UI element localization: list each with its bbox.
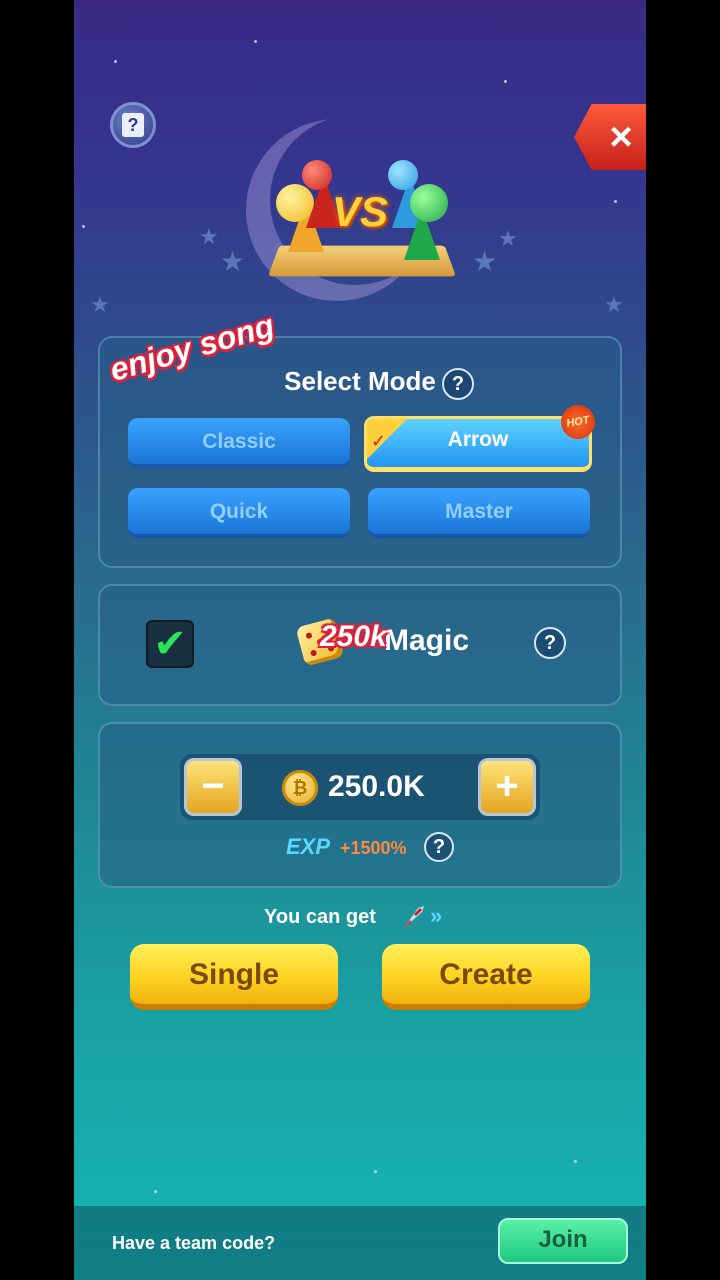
green-pawn-head bbox=[410, 184, 448, 222]
mode-arrow-label: Arrow bbox=[447, 428, 509, 451]
star-icon: ★ bbox=[199, 224, 219, 249]
chevron-right-icon: » bbox=[430, 903, 443, 928]
close-x-icon: × bbox=[609, 114, 633, 159]
single-button[interactable]: Single bbox=[130, 944, 338, 1010]
exp-bonus-value: +1500% bbox=[340, 838, 407, 858]
bet-amount: 250.0K bbox=[328, 770, 425, 803]
overlay-sticker-250k: 250k bbox=[320, 620, 387, 653]
create-button[interactable]: Create bbox=[382, 944, 590, 1010]
sparkle bbox=[82, 225, 85, 228]
sparkle bbox=[114, 60, 117, 63]
rocket-icon bbox=[404, 906, 424, 928]
sparkle bbox=[154, 1190, 157, 1193]
question-card-icon: ? bbox=[122, 113, 144, 137]
star-icon: ★ bbox=[90, 292, 110, 317]
magic-checkbox[interactable]: ✔ bbox=[146, 620, 194, 668]
star-icon: ★ bbox=[472, 246, 498, 277]
magic-mode-label: Magic bbox=[384, 624, 470, 657]
join-button[interactable]: Join bbox=[498, 1218, 628, 1264]
help-button[interactable]: ? bbox=[110, 102, 156, 148]
close-button[interactable]: × bbox=[574, 104, 646, 170]
star-icon: ★ bbox=[604, 292, 624, 317]
team-code-label: Have a team code? bbox=[112, 1233, 276, 1253]
star-icon: ★ bbox=[498, 226, 518, 251]
mode-master-button[interactable]: Master bbox=[368, 488, 590, 538]
exp-label: EXP bbox=[286, 834, 331, 859]
mode-arrow-button[interactable]: ✓ Arrow HOT bbox=[364, 402, 598, 472]
selected-check-icon: ✓ bbox=[367, 419, 407, 459]
blue-pawn-head bbox=[388, 160, 418, 190]
coin-icon: ₿ bbox=[282, 770, 318, 806]
magic-help-button[interactable]: ? bbox=[534, 627, 566, 659]
game-screen: ★ ★ ★ ★ ★ ★ ? × VS Select Mode ? Classic… bbox=[74, 0, 646, 1280]
vs-label: VS bbox=[332, 188, 389, 235]
sparkle bbox=[254, 40, 257, 43]
star-icon: ★ bbox=[220, 246, 246, 277]
checkmark-icon: ✔ bbox=[153, 622, 187, 666]
mode-quick-button[interactable]: Quick bbox=[128, 488, 350, 538]
red-pawn-head bbox=[302, 160, 332, 190]
sparkle bbox=[614, 200, 617, 203]
yellow-pawn-head bbox=[276, 184, 314, 222]
decrease-bet-button[interactable]: − bbox=[184, 758, 242, 816]
sparkle bbox=[504, 80, 507, 83]
mode-classic-button[interactable]: Classic bbox=[128, 418, 350, 468]
mode-help-button[interactable]: ? bbox=[442, 368, 474, 400]
exp-help-button[interactable]: ? bbox=[424, 832, 454, 862]
sparkle bbox=[574, 1160, 577, 1163]
reward-text: You can get bbox=[264, 906, 376, 928]
increase-bet-button[interactable]: + bbox=[478, 758, 536, 816]
sparkle bbox=[374, 1170, 377, 1173]
